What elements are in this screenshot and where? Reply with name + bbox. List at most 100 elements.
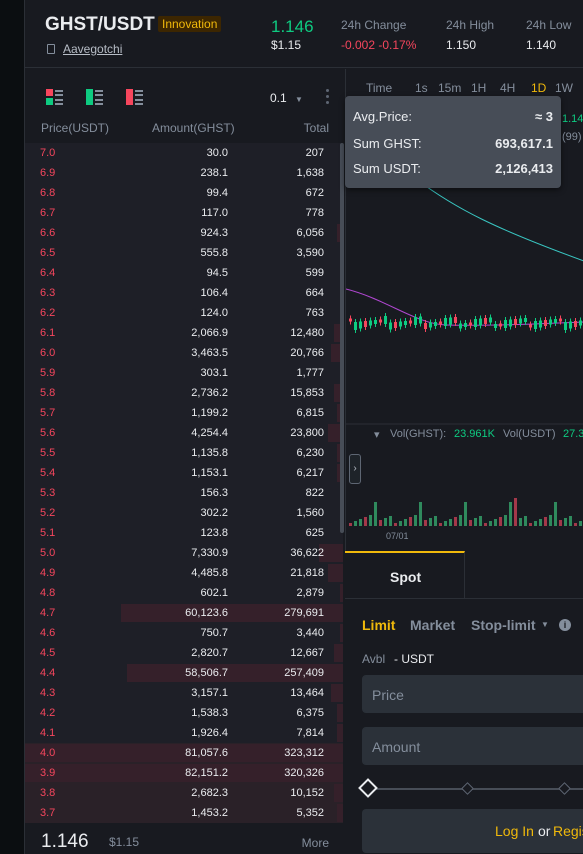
- pair-title[interactable]: GHST/USDT: [45, 14, 155, 36]
- sum-base-label: Sum GHST:: [353, 136, 422, 151]
- ask-amount: 123.8: [200, 527, 228, 539]
- ask-row[interactable]: 6.4 94.5 599: [25, 263, 343, 283]
- more-link[interactable]: More: [302, 836, 329, 850]
- ask-row[interactable]: 4.4 58,506.7 257,409: [25, 663, 343, 683]
- col-total-header: Total: [303, 121, 329, 135]
- login-register-button[interactable]: Log In or Regis: [362, 809, 583, 853]
- ask-row[interactable]: 5.1 123.8 625: [25, 523, 343, 543]
- vol-ghst-label: Vol(GHST):: [390, 428, 447, 440]
- ask-row[interactable]: 5.5 1,135.8 6,230: [25, 443, 343, 463]
- ask-row[interactable]: 6.8 99.4 672: [25, 183, 343, 203]
- ask-row[interactable]: 4.3 3,157.1 13,464: [25, 683, 343, 703]
- volume-bar: [569, 516, 572, 526]
- order-type-market[interactable]: Market: [410, 617, 455, 633]
- ask-amount: 1,926.4: [191, 727, 228, 739]
- avbl-label: Avbl: [362, 652, 386, 666]
- ask-price: 5.7: [40, 407, 56, 419]
- innovation-badge[interactable]: Innovation: [158, 16, 222, 32]
- ask-row[interactable]: 5.9 303.1 1,777: [25, 363, 343, 383]
- tab-spot[interactable]: Spot: [345, 551, 465, 599]
- ask-row[interactable]: 6.5 555.8 3,590: [25, 243, 343, 263]
- ask-row[interactable]: 4.5 2,820.7 12,667: [25, 643, 343, 663]
- amount-field[interactable]: Amount: [362, 727, 583, 765]
- precision-select[interactable]: 0.1 ▼: [270, 91, 303, 105]
- ask-row[interactable]: 5.2 302.2 1,560: [25, 503, 343, 523]
- price-field[interactable]: Price: [362, 675, 583, 713]
- ask-row[interactable]: 4.1 1,926.4 7,814: [25, 723, 343, 743]
- ask-row[interactable]: 4.9 4,485.8 21,818: [25, 563, 343, 583]
- coin-name-link[interactable]: Aavegotchi: [63, 42, 122, 56]
- order-type-limit[interactable]: Limit: [362, 617, 395, 633]
- volume-bar: [449, 519, 452, 526]
- register-link[interactable]: Regis: [553, 823, 583, 839]
- ask-row[interactable]: 5.8 2,736.2 15,853: [25, 383, 343, 403]
- ask-total: 778: [305, 207, 324, 219]
- amount-slider-track[interactable]: [369, 788, 583, 790]
- ask-price: 4.3: [40, 687, 56, 699]
- ask-price: 5.0: [40, 547, 56, 559]
- candle-body: [374, 320, 377, 324]
- ask-amount: 238.1: [200, 167, 228, 179]
- ask-row[interactable]: 3.9 82,151.2 320,326: [25, 763, 343, 783]
- ask-row[interactable]: 6.1 2,066.9 12,480: [25, 323, 343, 343]
- ask-row[interactable]: 6.3 106.4 664: [25, 283, 343, 303]
- volume-bar: [429, 518, 432, 526]
- volume-bar: [354, 521, 357, 526]
- vol-caret-icon[interactable]: ▾: [374, 428, 380, 441]
- ask-row[interactable]: 4.2 1,538.3 6,375: [25, 703, 343, 723]
- more-vert-icon[interactable]: [326, 89, 329, 105]
- book-both-icon[interactable]: [46, 89, 64, 105]
- candle-body: [534, 321, 537, 329]
- slider-stop-icon[interactable]: [558, 782, 571, 795]
- ask-row[interactable]: 5.3 156.3 822: [25, 483, 343, 503]
- ask-total: 36,622: [290, 547, 324, 559]
- ask-row[interactable]: 3.8 2,682.3 10,152: [25, 783, 343, 803]
- ask-row[interactable]: 5.0 7,330.9 36,622: [25, 543, 343, 563]
- last-price: 1.146: [271, 17, 314, 36]
- ask-row[interactable]: 6.7 117.0 778: [25, 203, 343, 223]
- login-link[interactable]: Log In: [495, 823, 534, 839]
- ask-row[interactable]: 6.6 924.3 6,056: [25, 223, 343, 243]
- ask-row[interactable]: 4.6 750.7 3,440: [25, 623, 343, 643]
- ask-amount: 117.0: [201, 207, 228, 219]
- ma-line-cyan: [415, 178, 583, 262]
- ask-row[interactable]: 4.8 602.1 2,879: [25, 583, 343, 603]
- trade-panel: Spot Limit Market Stop-limit ▼ i Avbl - …: [345, 551, 583, 854]
- ask-row[interactable]: 6.2 124.0 763: [25, 303, 343, 323]
- volume-bar: [544, 517, 547, 526]
- depth-bar: [337, 804, 343, 822]
- volume-bar: [524, 516, 527, 526]
- ask-row[interactable]: 4.7 60,123.6 279,691: [25, 603, 343, 623]
- ask-row[interactable]: 5.7 1,199.2 6,815: [25, 403, 343, 423]
- ask-price: 6.2: [40, 307, 56, 319]
- ask-row[interactable]: 6.0 3,463.5 20,766: [25, 343, 343, 363]
- ask-amount: 2,682.3: [191, 787, 228, 799]
- candle-body: [579, 320, 582, 326]
- candle-body: [424, 323, 427, 329]
- ask-row[interactable]: 3.7 1,453.2 5,352: [25, 803, 343, 823]
- caret-down-icon[interactable]: ▼: [541, 620, 549, 629]
- ask-row[interactable]: 7.0 30.0 207: [25, 143, 343, 163]
- volume-bar: [494, 519, 497, 526]
- ask-total: 599: [305, 267, 324, 279]
- candle-body: [434, 322, 437, 326]
- volume-bar: [364, 517, 367, 526]
- info-icon[interactable]: i: [559, 619, 571, 631]
- book-scrollbar[interactable]: [340, 143, 344, 533]
- ask-amount: 2,736.2: [191, 387, 228, 399]
- ask-row[interactable]: 4.0 81,057.6 323,312: [25, 743, 343, 763]
- book-bids-icon[interactable]: [86, 89, 104, 105]
- expand-arrow-icon[interactable]: ›: [349, 454, 361, 484]
- slider-stop-icon[interactable]: [461, 782, 474, 795]
- slider-handle[interactable]: [358, 778, 378, 798]
- ask-row[interactable]: 5.6 4,254.4 23,800: [25, 423, 343, 443]
- order-type-stoplimit[interactable]: Stop-limit: [471, 617, 536, 633]
- ask-row[interactable]: 5.4 1,153.1 6,217: [25, 463, 343, 483]
- avbl-value: - USDT: [394, 652, 434, 666]
- sum-base-value: 693,617.1: [495, 136, 553, 151]
- ask-row[interactable]: 6.9 238.1 1,638: [25, 163, 343, 183]
- book-asks-icon[interactable]: [126, 89, 144, 105]
- price-placeholder: Price: [372, 687, 404, 703]
- candle-body: [519, 318, 522, 324]
- volume-bar: [439, 523, 442, 526]
